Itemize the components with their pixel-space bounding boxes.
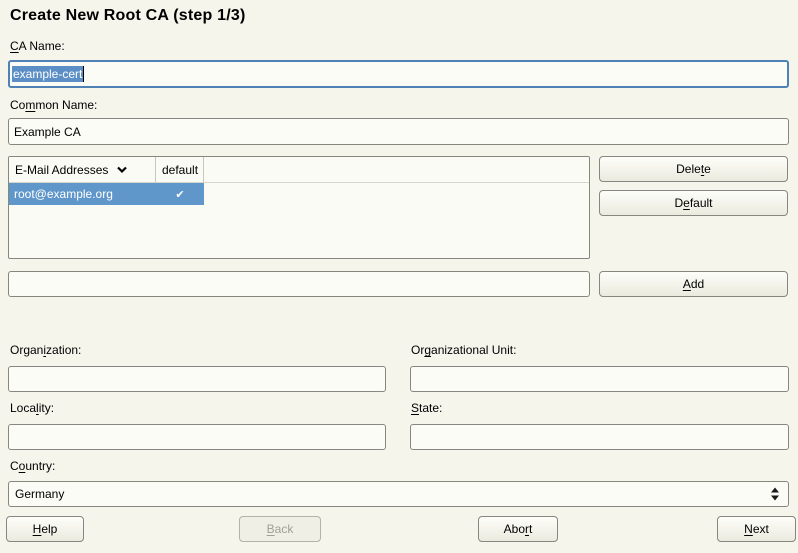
- spinner-arrows-icon[interactable]: [771, 488, 779, 501]
- default-check-icon: ✔: [156, 188, 204, 201]
- locality-input[interactable]: [8, 424, 386, 450]
- arrow-down-icon: [771, 496, 779, 501]
- table-row-selected[interactable]: root@example.org ✔: [9, 183, 204, 205]
- page-title: Create New Root CA (step 1/3): [10, 7, 245, 25]
- country-label: Country:: [10, 459, 55, 473]
- organization-label: Organization:: [10, 343, 81, 357]
- state-label: State:: [411, 401, 442, 415]
- ca-name-selected-text: example-cert: [12, 66, 83, 82]
- email-table-header: E-Mail Addresses default: [9, 157, 589, 183]
- email-addresses-table[interactable]: E-Mail Addresses default root@example.or…: [8, 156, 590, 259]
- organizational-unit-label: Organizational Unit:: [411, 343, 516, 357]
- organization-input[interactable]: [8, 366, 386, 392]
- ca-name-label: CA Name:: [10, 39, 65, 53]
- chevron-down-icon: [116, 166, 128, 174]
- create-root-ca-dialog: Create New Root CA (step 1/3) CA Name: e…: [0, 0, 798, 553]
- default-button[interactable]: Default: [599, 190, 788, 216]
- ca-name-input[interactable]: example-cert: [8, 60, 789, 88]
- country-select[interactable]: Germany: [8, 481, 789, 507]
- email-cell: root@example.org: [9, 187, 156, 201]
- arrow-up-icon: [771, 488, 779, 493]
- country-select-value: Germany: [15, 487, 64, 501]
- delete-button[interactable]: Delete: [599, 156, 788, 182]
- next-button[interactable]: Next: [717, 516, 796, 542]
- common-name-label: Common Name:: [10, 98, 97, 112]
- state-input[interactable]: [410, 424, 789, 450]
- common-name-input[interactable]: [8, 118, 789, 145]
- locality-label: Locality:: [10, 401, 54, 415]
- text-caret: [83, 66, 84, 82]
- abort-button[interactable]: Abort: [478, 516, 558, 542]
- help-button[interactable]: Help: [6, 516, 84, 542]
- organizational-unit-input[interactable]: [410, 366, 789, 392]
- add-button[interactable]: Add: [599, 271, 788, 297]
- email-column-header[interactable]: E-Mail Addresses: [9, 157, 156, 182]
- back-button: Back: [239, 516, 321, 542]
- default-column-header[interactable]: default: [156, 157, 204, 182]
- new-email-input[interactable]: [8, 271, 590, 297]
